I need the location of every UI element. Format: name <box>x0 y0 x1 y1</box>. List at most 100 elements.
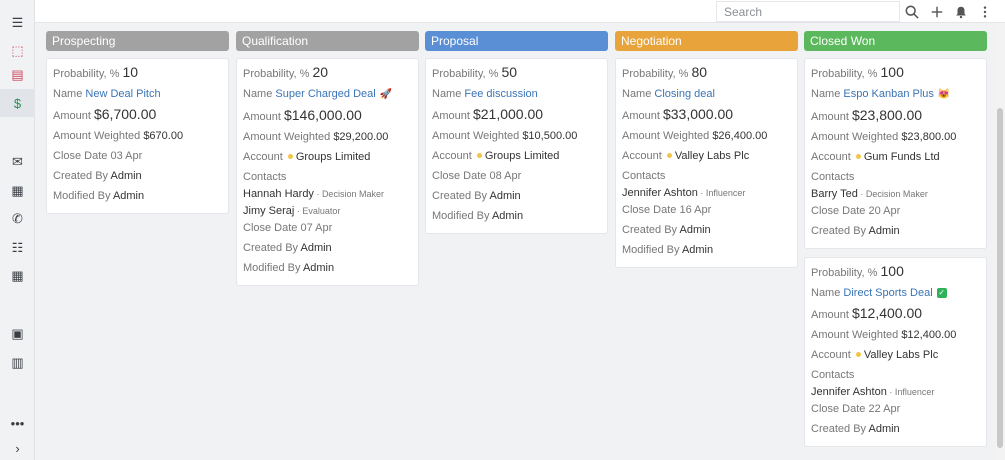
created-by-row: Created By Admin <box>53 169 222 183</box>
contact-name-link[interactable]: Barry Ted <box>811 188 858 200</box>
created-by-link[interactable]: Admin <box>489 190 520 202</box>
kebab-menu-icon[interactable] <box>976 3 994 20</box>
briefcase-icon[interactable]: ▣ <box>0 320 35 348</box>
search-icon[interactable] <box>903 3 921 20</box>
deal-name-link[interactable]: Super Charged Deal <box>275 88 375 100</box>
phone-icon[interactable]: ✆ <box>0 205 35 233</box>
column-header[interactable]: Negotiation <box>615 31 798 51</box>
amount-weighted-value: $12,400.00 <box>901 329 957 341</box>
calendar-check-icon[interactable]: ▦ <box>0 177 35 205</box>
search-input[interactable] <box>716 1 900 22</box>
contact-name-link[interactable]: Jennifer Ashton <box>811 386 887 398</box>
deal-name-link[interactable]: Direct Sports Deal <box>843 287 932 299</box>
modified-by-row: Modified By Admin <box>243 261 412 275</box>
calendar-icon[interactable]: ▦ <box>0 262 35 290</box>
contact-row: Barry Ted · Decision Maker <box>811 187 980 201</box>
account-link[interactable]: Gum Funds Ltd <box>864 151 940 163</box>
plus-icon[interactable] <box>928 3 946 20</box>
contact-row: Hannah Hardy · Decision Maker <box>243 187 412 201</box>
modified-by-row: Modified By Admin <box>53 189 222 203</box>
probability-row: Probability, % 80 <box>622 65 791 81</box>
scrollbar-thumb[interactable] <box>997 108 1003 448</box>
deal-name-link[interactable]: Closing deal <box>654 88 715 100</box>
close-date-value: 08 Apr <box>489 170 522 182</box>
deal-card[interactable]: Probability, % 20 Name Super Charged Deal… <box>236 58 419 286</box>
column-header[interactable]: Closed Won <box>804 31 987 51</box>
modified-by-link[interactable]: Admin <box>492 210 523 222</box>
contact-role: Decision Maker <box>865 189 928 199</box>
amount-row: Amount $6,700.00 <box>53 107 222 123</box>
account-link[interactable]: Valley Labs Plc <box>675 150 749 162</box>
field-label: Close Date <box>811 205 866 217</box>
created-by-link[interactable]: Admin <box>300 242 331 254</box>
probability-value: 50 <box>501 64 518 80</box>
contact-role: Influencer <box>705 188 746 198</box>
column-header[interactable]: Prospecting <box>46 31 229 51</box>
created-by-link[interactable]: Admin <box>868 225 899 237</box>
modified-by-link[interactable]: Admin <box>682 244 713 256</box>
close-date-row: Close Date 08 Apr <box>432 169 601 183</box>
deal-card[interactable]: Probability, % 10 Name New Deal Pitch Amou… <box>46 58 229 214</box>
modified-by-link[interactable]: Admin <box>113 190 144 202</box>
amount-weighted-row: Amount Weighted $29,200.00 <box>243 130 412 144</box>
probability-row: Probability, % 50 <box>432 65 601 81</box>
dollar-icon[interactable]: $ <box>0 89 35 117</box>
amount-weighted-value: $29,200.00 <box>333 131 389 143</box>
more-icon[interactable]: ••• <box>0 409 35 437</box>
contact-row: Jennifer Ashton · Influencer <box>811 385 980 399</box>
field-label: Probability, % <box>53 68 120 80</box>
created-by-link[interactable]: Admin <box>868 423 899 435</box>
account-link[interactable]: Groups Limited <box>296 151 371 163</box>
probability-row: Probability, % 100 <box>811 264 980 280</box>
deal-card[interactable]: Probability, % 50 Name Fee discussion Amou… <box>425 58 608 234</box>
contact-card-icon[interactable]: ▤ <box>0 61 35 89</box>
name-row: Name Super Charged Deal 🚀 <box>243 87 412 102</box>
task-list-icon[interactable]: ☷ <box>0 234 35 262</box>
column-header[interactable]: Proposal <box>425 31 608 51</box>
field-label: Name <box>811 287 841 299</box>
modified-by-link[interactable]: Admin <box>303 262 334 274</box>
close-date-value: 03 Apr <box>110 150 143 162</box>
checkmark-icon: ✓ <box>936 288 947 299</box>
deal-card[interactable]: Probability, % 80 Name Closing deal Amount… <box>615 58 798 268</box>
account-dot-icon <box>855 352 861 358</box>
book-icon[interactable]: ▥ <box>0 349 35 377</box>
account-link[interactable]: Groups Limited <box>485 150 560 162</box>
amount-weighted-value: $26,400.00 <box>712 130 768 142</box>
amount-weighted-row: Amount Weighted $12,400.00 <box>811 328 980 342</box>
bell-icon[interactable] <box>952 3 970 20</box>
deal-name-link[interactable]: Fee discussion <box>464 88 537 100</box>
column-qualification: Qualification Probability, % 20 Name Super… <box>236 31 419 286</box>
name-row: Name Direct Sports Deal ✓ <box>811 286 980 300</box>
close-date-row: Close Date 20 Apr <box>811 204 980 218</box>
field-label: Account <box>811 151 851 163</box>
contact-name-link[interactable]: Jennifer Ashton <box>622 187 698 199</box>
scrollbar[interactable] <box>995 23 1005 460</box>
chevron-right-icon[interactable]: › <box>0 434 35 460</box>
contact-name-link[interactable]: Hannah Hardy <box>243 188 314 200</box>
deal-name-link[interactable]: Espo Kanban Plus <box>843 88 934 100</box>
deal-emoji: 🚀 <box>379 89 393 100</box>
deal-card[interactable]: Probability, % 100 Name Direct Sports Dea… <box>804 257 987 447</box>
amount-row: Amount $33,000.00 <box>622 107 791 123</box>
close-date-value: 20 Apr <box>868 205 901 217</box>
deal-name-link[interactable]: New Deal Pitch <box>85 88 160 100</box>
account-row: Account Groups Limited <box>243 150 412 164</box>
amount-weighted-value: $10,500.00 <box>522 130 578 142</box>
account-row: Account Gum Funds Ltd <box>811 150 980 164</box>
field-label: Amount Weighted <box>811 131 899 143</box>
column-header[interactable]: Qualification <box>236 31 419 51</box>
created-by-link[interactable]: Admin <box>679 224 710 236</box>
menu-icon[interactable]: ☰ <box>0 9 35 37</box>
field-label: Amount Weighted <box>622 130 710 142</box>
field-label: Close Date <box>622 204 677 216</box>
account-link[interactable]: Valley Labs Plc <box>864 349 938 361</box>
close-date-row: Close Date 03 Apr <box>53 149 222 163</box>
envelope-icon[interactable]: ✉ <box>0 148 35 176</box>
column-closed-won: Closed Won Probability, % 100 Name Espo Ka… <box>804 31 987 447</box>
created-by-link[interactable]: Admin <box>110 170 141 182</box>
contact-name-link[interactable]: Jimy Seraj <box>243 205 294 217</box>
deal-card[interactable]: Probability, % 100 Name Espo Kanban Plus 😻… <box>804 58 987 249</box>
field-label: Created By <box>811 423 867 435</box>
field-label: Amount <box>811 111 849 123</box>
